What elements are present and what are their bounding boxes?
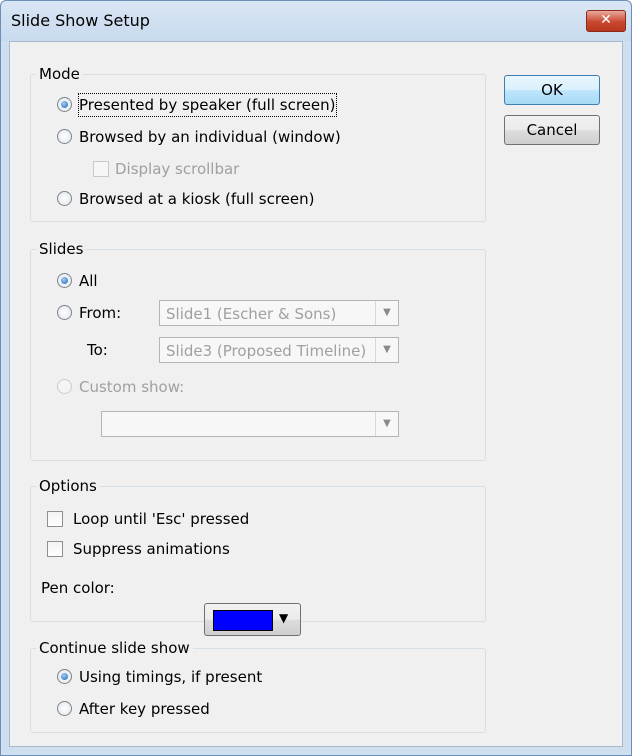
cancel-button[interactable]: Cancel <box>504 115 600 145</box>
chevron-down-icon[interactable]: ▼ <box>375 412 398 436</box>
checkbox-icon[interactable] <box>47 511 63 527</box>
mode-group: Mode Presented by speaker (full screen) … <box>30 65 486 222</box>
radio-selected-icon[interactable] <box>57 97 72 112</box>
radio-icon[interactable] <box>57 379 72 394</box>
radio-selected-icon[interactable] <box>57 669 72 684</box>
continue-group: Continue slide show Using timings, if pr… <box>30 639 486 733</box>
from-slide-value: Slide1 (Escher & Sons) <box>166 305 337 323</box>
suppress-label: Suppress animations <box>73 540 230 558</box>
custom-show-label: Custom show: <box>79 378 185 396</box>
options-group: Options Loop until 'Esc' pressed Suppres… <box>30 477 486 622</box>
close-icon: ✕ <box>600 12 612 28</box>
title-bar: Slide Show Setup ✕ <box>1 1 631 41</box>
checkbox-icon[interactable] <box>93 161 109 177</box>
options-legend: Options <box>36 477 100 495</box>
pen-color-swatch <box>213 610 273 631</box>
slides-all-label: All <box>79 272 98 290</box>
radio-selected-icon[interactable] <box>57 273 72 288</box>
to-label: To: <box>87 341 108 359</box>
using-timings-label: Using timings, if present <box>79 668 263 686</box>
to-label-row: To: <box>87 339 108 361</box>
loop-label: Loop until 'Esc' pressed <box>73 510 250 528</box>
checkbox-icon[interactable] <box>47 541 63 557</box>
after-key-label: After key pressed <box>79 700 210 718</box>
radio-icon[interactable] <box>57 191 72 206</box>
pen-color-label: Pen color: <box>41 579 115 597</box>
slides-legend: Slides <box>36 240 87 258</box>
display-scrollbar-label: Display scrollbar <box>115 160 240 178</box>
mode-legend: Mode <box>36 65 83 83</box>
to-slide-select[interactable]: Slide3 (Proposed Timeline) ▼ <box>159 337 399 363</box>
from-slide-select[interactable]: Slide1 (Escher & Sons) ▼ <box>159 300 399 326</box>
custom-show-select[interactable]: ▼ <box>101 411 399 437</box>
pen-color-button[interactable]: ▼ <box>204 603 301 636</box>
mode-presented-label: Presented by speaker (full screen) <box>78 93 337 117</box>
ok-button[interactable]: OK <box>504 75 600 105</box>
mode-kiosk-label: Browsed at a kiosk (full screen) <box>79 190 315 208</box>
close-button[interactable]: ✕ <box>586 10 626 32</box>
pen-color-label-row: Pen color: <box>41 577 115 599</box>
from-label: From: <box>79 304 122 322</box>
continue-legend: Continue slide show <box>36 639 193 657</box>
slides-group: Slides All From: Slide1 (Escher & Sons) … <box>30 240 486 461</box>
radio-icon[interactable] <box>57 701 72 716</box>
mode-individual-label: Browsed by an individual (window) <box>79 128 341 146</box>
chevron-down-icon[interactable]: ▼ <box>375 301 398 325</box>
to-slide-value: Slide3 (Proposed Timeline) <box>166 342 367 360</box>
window-title: Slide Show Setup <box>11 11 150 30</box>
slide-show-setup-dialog: Slide Show Setup ✕ OK Cancel Mode Presen… <box>0 0 632 756</box>
chevron-down-icon[interactable]: ▼ <box>375 338 398 362</box>
radio-icon[interactable] <box>57 305 72 320</box>
radio-icon[interactable] <box>57 129 72 144</box>
chevron-down-icon[interactable]: ▼ <box>279 611 288 625</box>
dialog-body: OK Cancel Mode Presented by speaker (ful… <box>9 41 623 747</box>
